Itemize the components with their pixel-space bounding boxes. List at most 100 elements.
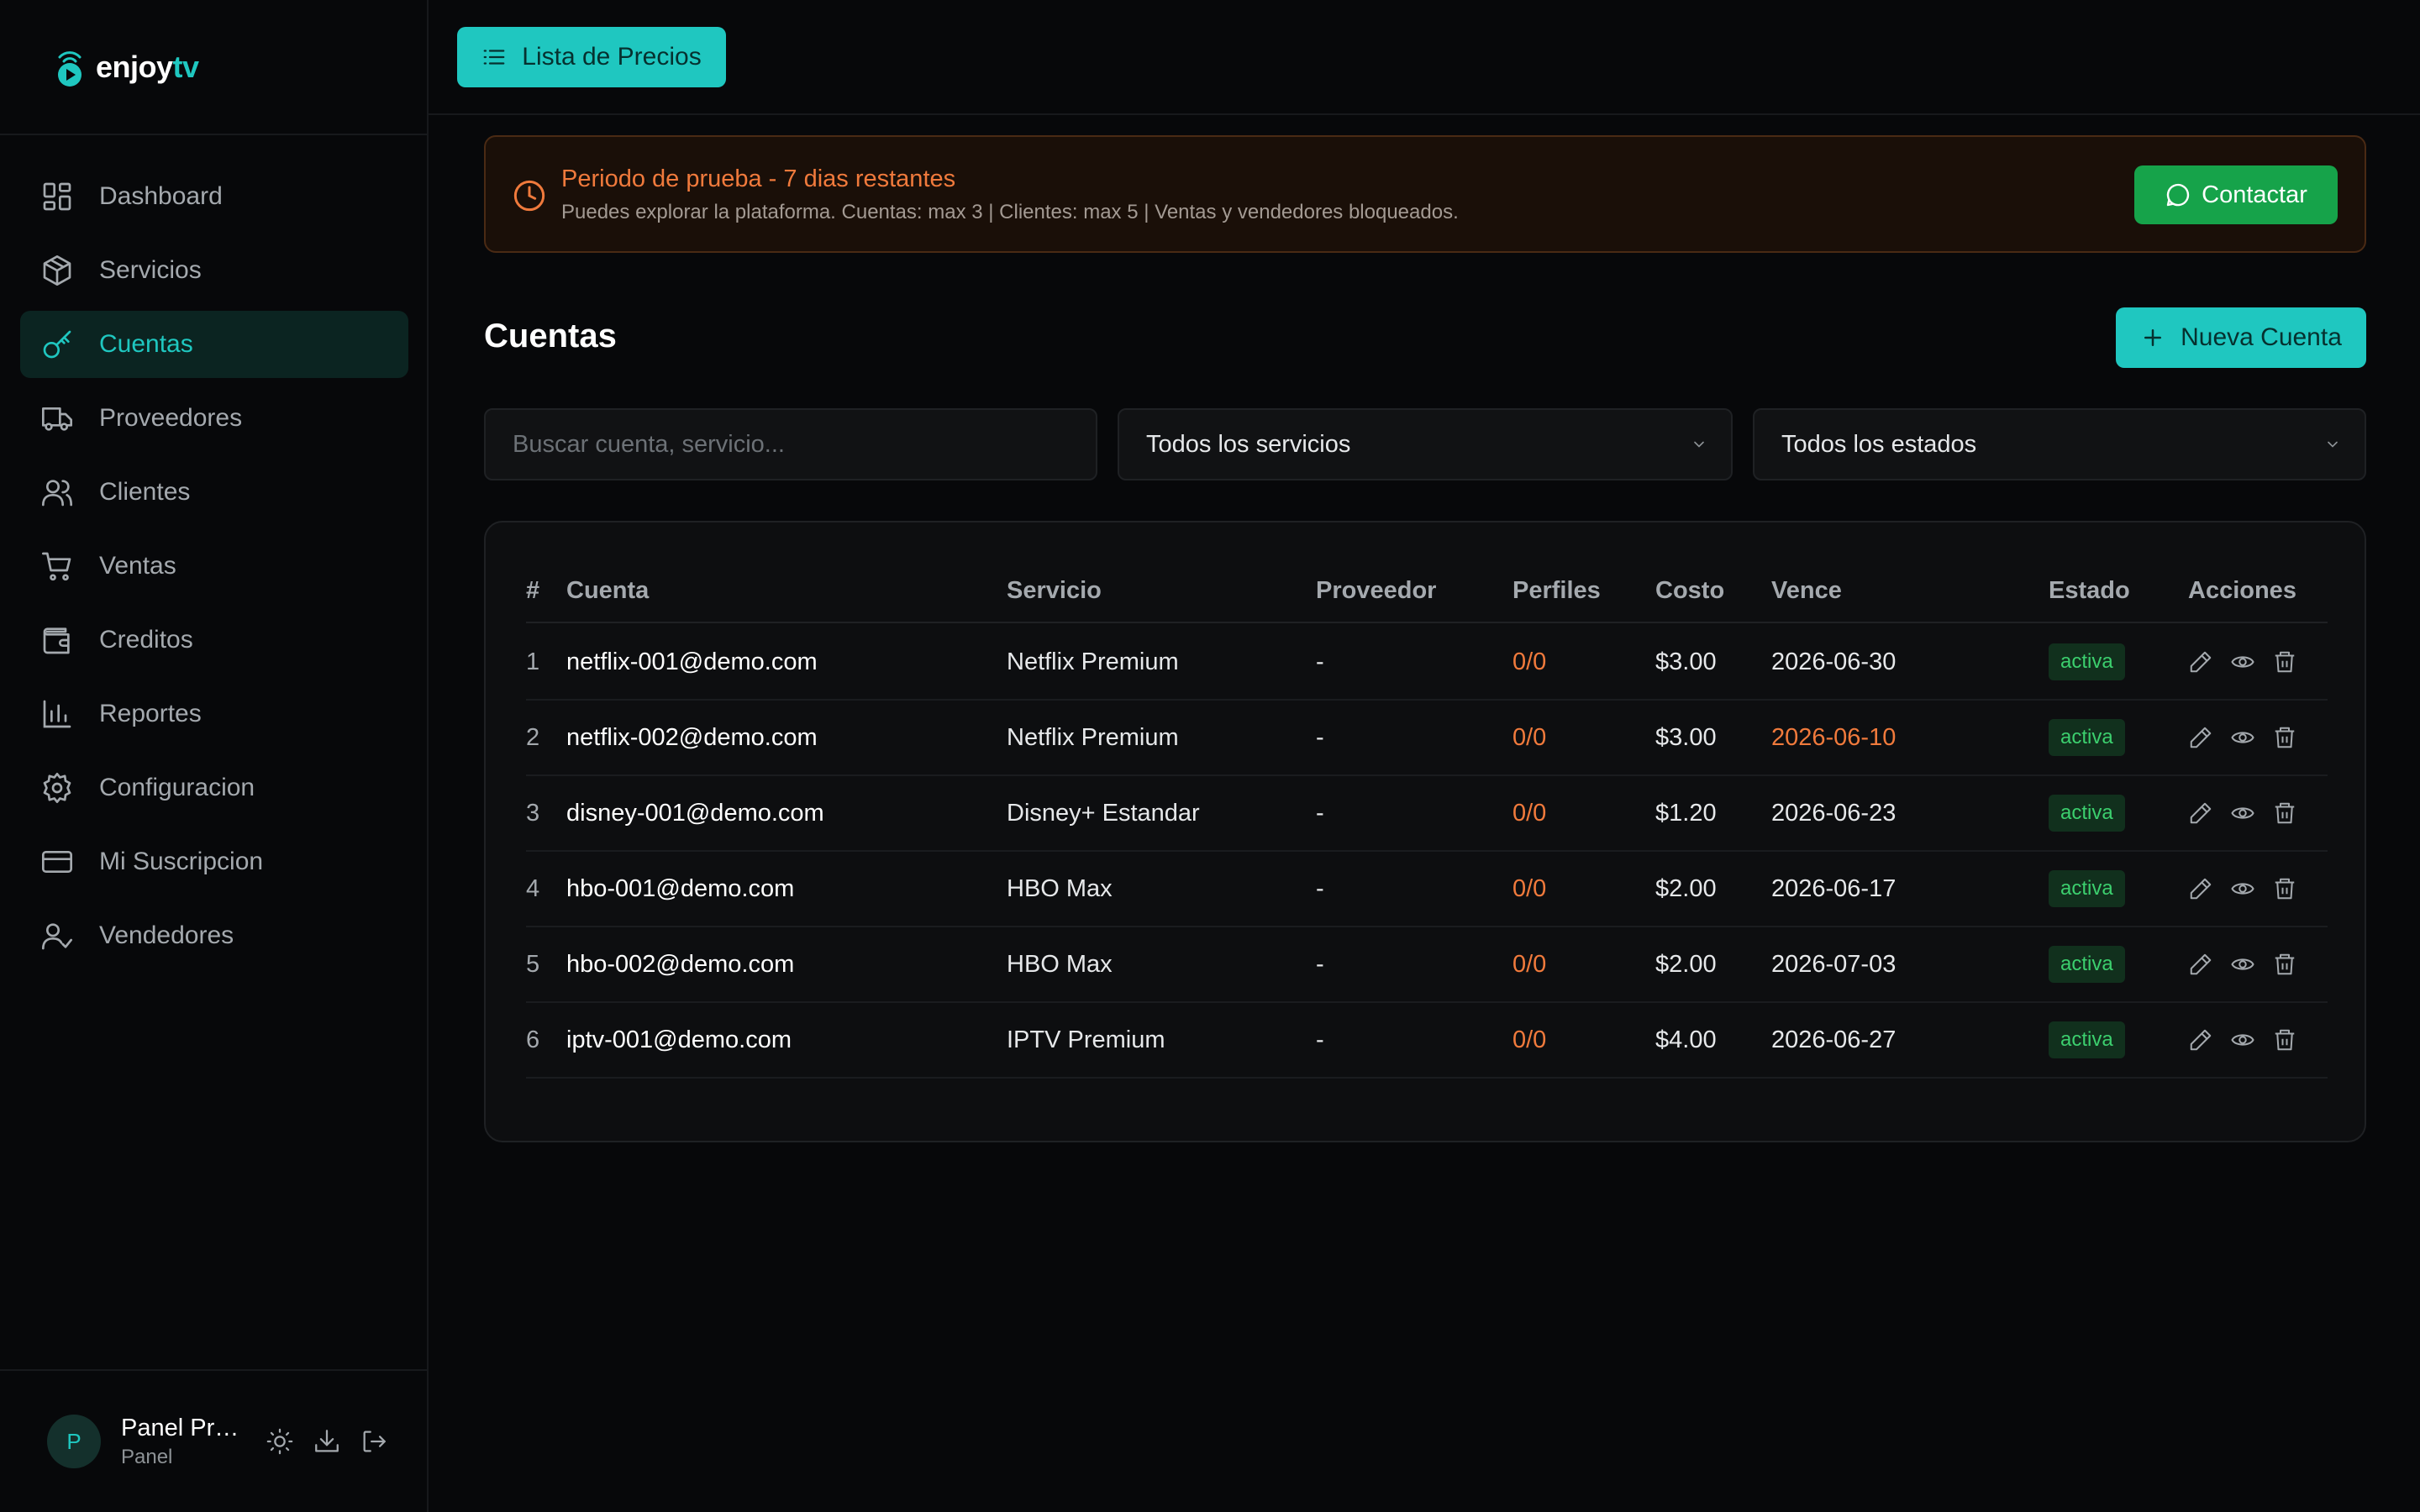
wallet-icon (43, 627, 70, 654)
service-filter-select[interactable]: Todos los servicios (1118, 408, 1733, 480)
contact-label: Contactar (2202, 181, 2307, 208)
row-expires: 2026-06-10 (1771, 723, 1897, 751)
row-actions (2188, 776, 2297, 850)
price-list-label: Lista de Precios (522, 43, 702, 71)
service-filter-value: Todos los servicios (1146, 430, 1351, 458)
message-circle-icon (2166, 183, 2190, 207)
row-account: hbo-001@demo.com (566, 874, 795, 902)
row-service: IPTV Premium (1007, 1026, 1165, 1053)
trash-icon[interactable] (2272, 725, 2297, 750)
sidebar-item-label: Servicios (99, 256, 202, 284)
sidebar-item-label: Proveedores (99, 404, 243, 432)
row-profiles: 0/0 (1512, 950, 1547, 978)
sidebar-item-clientes[interactable]: Clientes (20, 459, 408, 526)
edit-icon[interactable] (2188, 1027, 2213, 1053)
status-badge: activa (2049, 870, 2125, 907)
price-list-button[interactable]: Lista de Precios (457, 27, 726, 87)
sidebar-item-reportes[interactable]: Reportes (20, 680, 408, 748)
row-cost: $4.00 (1655, 1026, 1717, 1053)
row-cost: $2.00 (1655, 950, 1717, 978)
brand-logo[interactable]: enjoytv (52, 45, 199, 89)
sidebar-item-vendedores[interactable]: Vendedores (20, 902, 408, 969)
row-number: 5 (526, 950, 540, 978)
sidebar-item-proveedores[interactable]: Proveedores (20, 385, 408, 452)
sidebar-item-label: Dashboard (99, 182, 223, 210)
edit-icon[interactable] (2188, 649, 2213, 675)
sidebar-item-cuentas[interactable]: Cuentas (20, 311, 408, 378)
trial-banner-subtitle: Puedes explorar la plataforma. Cuentas: … (561, 201, 1459, 223)
table-row: 1 netflix-001@demo.com Netflix Premium -… (526, 625, 2328, 701)
column-header-status: Estado (2049, 576, 2130, 604)
avatar[interactable]: P (47, 1415, 101, 1468)
enjoytv-logo-icon (58, 50, 82, 87)
bar-chart-icon (43, 700, 71, 728)
row-profiles: 0/0 (1512, 799, 1547, 827)
edit-icon[interactable] (2188, 801, 2213, 826)
row-actions (2188, 701, 2297, 774)
sun-icon[interactable] (266, 1427, 294, 1456)
column-header-provider: Proveedor (1316, 576, 1437, 604)
row-cost: $3.00 (1655, 723, 1717, 751)
brand-name-part1: enjoy (96, 49, 173, 84)
new-account-label: Nueva Cuenta (2181, 323, 2342, 351)
list-icon (483, 50, 505, 65)
sidebar-item-dashboard[interactable]: Dashboard (20, 163, 408, 230)
logout-icon[interactable] (360, 1427, 388, 1456)
brand-name-part2: tv (172, 49, 200, 84)
sidebar-item-ventas[interactable]: Ventas (20, 533, 408, 600)
eye-icon[interactable] (2230, 1027, 2255, 1053)
row-provider: - (1316, 799, 1324, 827)
sidebar: enjoytv Dashboard Servicios Cuentas Prov… (0, 0, 429, 1512)
column-header-actions: Acciones (2188, 576, 2296, 604)
status-filter-select[interactable]: Todos los estados (1753, 408, 2366, 480)
sidebar-item-mi-suscripcion[interactable]: Mi Suscripcion (20, 828, 408, 895)
status-badge: activa (2049, 946, 2125, 983)
trash-icon[interactable] (2272, 649, 2297, 675)
sidebar-item-label: Ventas (99, 552, 176, 580)
row-expires: 2026-06-30 (1771, 648, 1897, 675)
package-icon (43, 255, 71, 286)
status-badge: activa (2049, 643, 2125, 680)
eye-icon[interactable] (2230, 725, 2255, 750)
contact-button[interactable]: Contactar (2134, 165, 2338, 224)
eye-icon[interactable] (2230, 876, 2255, 901)
new-account-button[interactable]: Nueva Cuenta (2116, 307, 2366, 368)
plus-icon (2144, 329, 2162, 346)
cart-icon (42, 552, 71, 581)
row-service: HBO Max (1007, 950, 1113, 978)
trash-icon[interactable] (2272, 876, 2297, 901)
accounts-table: # Cuenta Servicio Proveedor Perfiles Cos… (484, 521, 2366, 1142)
eye-icon[interactable] (2230, 649, 2255, 675)
eye-icon[interactable] (2230, 952, 2255, 977)
row-profiles: 0/0 (1512, 648, 1547, 675)
trash-icon[interactable] (2272, 952, 2297, 977)
sidebar-nav: Dashboard Servicios Cuentas Proveedores … (0, 135, 427, 950)
table-row: 6 iptv-001@demo.com IPTV Premium - 0/0 $… (526, 1003, 2328, 1079)
sidebar-item-creditos[interactable]: Creditos (20, 606, 408, 674)
clock-icon (513, 180, 545, 212)
download-icon[interactable] (313, 1427, 341, 1456)
row-account: disney-001@demo.com (566, 799, 824, 827)
row-number: 3 (526, 799, 540, 827)
edit-icon[interactable] (2188, 725, 2213, 750)
row-account: netflix-002@demo.com (566, 723, 818, 751)
status-badge: activa (2049, 719, 2125, 756)
trial-banner: Periodo de prueba - 7 dias restantes Pue… (484, 135, 2366, 253)
dashboard-icon (43, 182, 71, 211)
user-info: Panel Pru... Panel (121, 1415, 247, 1469)
edit-icon[interactable] (2188, 952, 2213, 977)
row-number: 4 (526, 874, 540, 902)
column-header-expires: Vence (1771, 576, 1842, 604)
row-number: 2 (526, 723, 540, 751)
trash-icon[interactable] (2272, 1027, 2297, 1053)
search-input[interactable]: Buscar cuenta, servicio... (484, 408, 1097, 480)
row-actions (2188, 625, 2297, 699)
row-expires: 2026-07-03 (1771, 950, 1897, 978)
sidebar-item-configuracion[interactable]: Configuracion (20, 754, 408, 822)
trash-icon[interactable] (2272, 801, 2297, 826)
eye-icon[interactable] (2230, 801, 2255, 826)
sidebar-item-servicios[interactable]: Servicios (20, 237, 408, 304)
edit-icon[interactable] (2188, 876, 2213, 901)
sidebar-item-label: Mi Suscripcion (99, 848, 264, 875)
row-provider: - (1316, 1026, 1324, 1053)
